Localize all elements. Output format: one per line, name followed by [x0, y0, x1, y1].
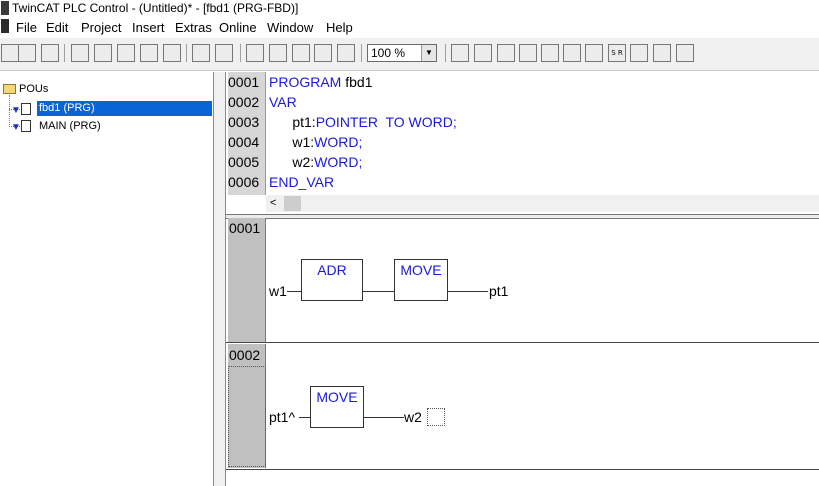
empty-input-placeholder[interactable] — [427, 408, 445, 426]
negate-icon[interactable] — [653, 44, 671, 62]
network-selection-box[interactable] — [228, 366, 266, 467]
menu-project[interactable]: Project — [81, 20, 121, 35]
menu-file[interactable]: File — [16, 20, 37, 35]
cut-icon-2[interactable] — [246, 44, 264, 62]
zoom-select[interactable]: 100 % ▼ — [367, 44, 437, 62]
tree-item-main[interactable]: MAIN (PRG) — [37, 119, 103, 134]
line-number: 0004 — [228, 132, 266, 152]
code-line-1: PROGRAM fbd1 — [269, 74, 373, 90]
network-icon[interactable] — [451, 44, 469, 62]
code-line-6: END_VAR — [269, 174, 335, 190]
line-number-partial — [228, 192, 266, 195]
toolbar-separator — [361, 44, 362, 62]
menu-extras[interactable]: Extras — [175, 20, 212, 35]
document-icon — [21, 120, 31, 132]
block-label: MOVE — [400, 262, 442, 278]
menu-bar — [0, 17, 819, 37]
code-line-5: w2:WORD; — [269, 154, 363, 170]
toolbar-separator — [445, 44, 446, 62]
wire — [299, 417, 310, 418]
menu-window[interactable]: Window — [267, 20, 313, 35]
code-line-4: w1:WORD; — [269, 134, 363, 150]
title-bar: TwinCAT PLC Control - (Untitled)* - [fbd… — [0, 0, 819, 17]
wire — [364, 417, 404, 418]
network-number: 0001 — [229, 220, 261, 236]
jump-icon[interactable] — [519, 44, 537, 62]
line-number: 0001 — [228, 72, 266, 92]
contact-icon[interactable] — [563, 44, 581, 62]
menu-edit[interactable]: Edit — [46, 20, 68, 35]
toolbar-separator — [186, 44, 187, 62]
network-gutter[interactable] — [228, 218, 266, 342]
arrow-down-icon: ▼ — [11, 122, 21, 133]
zoom-value: 100 % — [371, 46, 406, 60]
line-number: 0003 — [228, 112, 266, 132]
wire — [287, 291, 301, 292]
open-icon[interactable] — [18, 44, 36, 62]
coil-icon[interactable] — [585, 44, 603, 62]
set-reset-icon[interactable] — [630, 44, 648, 62]
stop-icon[interactable] — [94, 44, 112, 62]
network-input[interactable]: w1 — [269, 283, 287, 299]
edge-icon[interactable] — [676, 44, 694, 62]
line-number: 0006 — [228, 172, 266, 192]
line-number: 0002 — [228, 92, 266, 112]
copy-icon-2[interactable] — [269, 44, 287, 62]
vertical-splitter[interactable] — [213, 72, 226, 486]
find-icon[interactable] — [314, 44, 332, 62]
network-output[interactable]: w2 — [404, 409, 422, 425]
network-output[interactable]: pt1 — [489, 283, 508, 299]
parallel-contact-icon[interactable]: S R — [608, 44, 626, 62]
block-label: ADR — [317, 262, 347, 278]
menu-online[interactable]: Online — [219, 20, 257, 35]
box-icon[interactable] — [497, 44, 515, 62]
function-block-move[interactable]: MOVE — [394, 259, 448, 301]
function-block-move[interactable]: MOVE — [310, 386, 364, 428]
return-icon[interactable] — [541, 44, 559, 62]
toolbar-separator — [64, 44, 65, 62]
horizontal-splitter[interactable] — [226, 214, 819, 219]
new-icon[interactable] — [1, 44, 19, 62]
block-label: MOVE — [316, 389, 358, 405]
scroll-thumb[interactable] — [284, 196, 301, 211]
code-line-2: VAR — [269, 94, 297, 110]
cut-icon[interactable] — [192, 44, 210, 62]
tree-root-label[interactable]: POUs — [19, 83, 48, 96]
app-icon — [1, 1, 9, 15]
run-icon[interactable] — [117, 44, 135, 62]
folder-icon — [3, 84, 16, 94]
window-title: TwinCAT PLC Control - (Untitled)* - [fbd… — [12, 1, 299, 15]
arrow-down-icon: ▼ — [11, 105, 21, 116]
function-block-adr[interactable]: ADR — [301, 259, 363, 301]
wire — [363, 291, 395, 292]
menu-insert[interactable]: Insert — [132, 20, 165, 35]
menu-help[interactable]: Help — [326, 20, 353, 35]
network-input[interactable]: pt1^ — [269, 409, 295, 425]
code-line-3: pt1:POINTER TO WORD; — [269, 114, 457, 130]
network-divider — [226, 469, 819, 470]
horizontal-scrollbar[interactable] — [266, 195, 819, 212]
logout-icon[interactable] — [140, 44, 158, 62]
copy-icon[interactable] — [215, 44, 233, 62]
login-icon[interactable] — [71, 44, 89, 62]
line-number: 0005 — [228, 152, 266, 172]
download-icon[interactable] — [163, 44, 181, 62]
pou-tree-pane — [0, 72, 213, 486]
save-icon[interactable] — [41, 44, 59, 62]
toolbar-separator — [240, 44, 241, 62]
scroll-left-icon[interactable]: < — [270, 195, 276, 212]
paste-icon[interactable] — [292, 44, 310, 62]
network-divider — [226, 342, 819, 343]
assign-icon[interactable] — [474, 44, 492, 62]
network-number: 0002 — [229, 347, 261, 363]
document-menu-icon[interactable] — [1, 19, 9, 33]
document-icon — [21, 103, 31, 115]
replace-icon[interactable] — [337, 44, 355, 62]
wire — [448, 291, 488, 292]
chevron-down-icon[interactable]: ▼ — [421, 45, 436, 61]
tree-connector — [9, 95, 10, 125]
tree-item-fbd1[interactable]: fbd1 (PRG) — [37, 101, 212, 116]
